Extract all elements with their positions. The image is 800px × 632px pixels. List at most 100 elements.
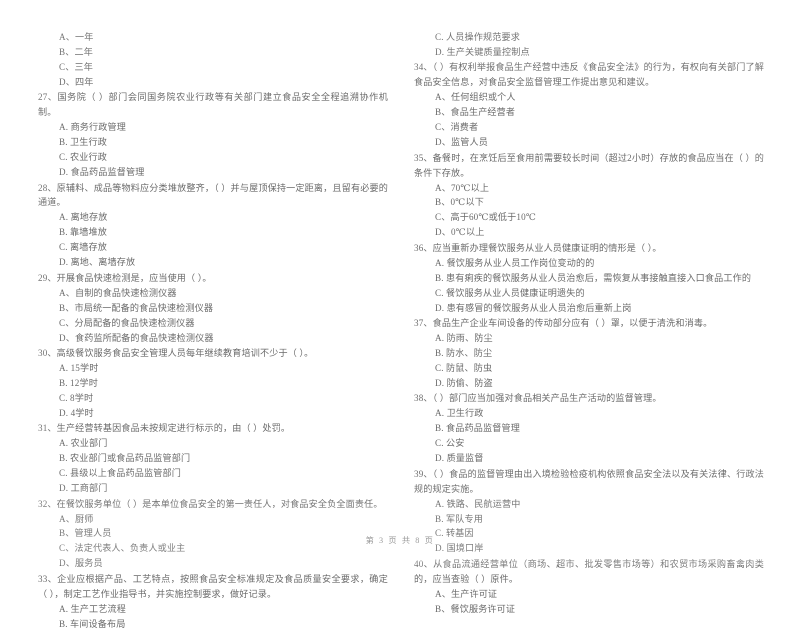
option-item: A. 15学时 [59,362,99,373]
question-block: 28、原辅料、成品等物料应分类堆放整齐，（ ）并与屋顶保持一定距离，且留有必要的… [38,181,388,271]
option-item: C. 防鼠、防虫 [435,362,493,373]
option-item: C. 离墙存放 [59,242,108,253]
option-list: A、一年 B、二年 C、三年 D、四年 [38,30,388,90]
option-list: A. 离地存放 B. 靠墙堆放 C. 离墙存放 D. 离地、离墙存放 [38,210,388,270]
option-item: A、生产许可证 [435,588,498,599]
option-item: A、自制的食品快速检测仪器 [59,287,177,298]
option-item: A. 农业部门 [59,438,108,449]
option-item: D. 防偷、防盗 [435,377,493,388]
option-item: D、0℃以上 [435,227,485,238]
option-item: B. 靠墙堆放 [59,227,108,238]
option-list: A. 生产工艺流程 B. 车间设备布局 [38,602,388,632]
question-stem: 28、原辅料、成品等物料应分类堆放整齐，（ ）并与屋顶保持一定距离，且留有必要的… [38,182,388,208]
question-block: 27、国务院（ ）部门会同国务院农业行政等有关部门建立食品安全全程追溯协作机制。… [38,90,388,180]
option-item: C. 县级以上食品药品监管部门 [59,468,181,479]
option-item: B、二年 [59,46,93,57]
option-item: D. 4学时 [59,407,94,418]
option-item: D. 患有感冒的餐饮服务从业人员治愈后重新上岗 [435,302,632,313]
option-list: A. 15学时 B. 12学时 C. 8学时 D. 4学时 [38,361,388,421]
option-item: B、餐饮服务许可证 [435,603,516,614]
question-block: 38、（ ）部门应当加强对食品相关产品生产活动的监督管理。 A. 卫生行政 B.… [414,391,764,466]
option-item: D、食药监所配备的食品快速检测仪器 [59,332,214,343]
page-columns: A、一年 B、二年 C、三年 D、四年 27、国务院（ ）部门会同国务院农业行政… [38,30,764,629]
option-list: A. 商务行政管理 B. 卫生行政 C. 农业行政 D. 食品药品监督管理 [38,120,388,180]
question-stem: 33、企业应根据产品、工艺特点，按照食品安全标准规定及食品质量安全要求，确定（ … [38,573,388,599]
question-block: 36、应当重新办理餐饮服务从业人员健康证明的情形是（ ）。 A. 餐饮服务从业人… [414,241,764,316]
option-list: A、任何组织或个人 B、食品生产经营者 C、消费者 D、监管人员 [414,90,764,150]
question-stem: 32、在餐饮服务单位（ ）是本单位食品安全的第一责任人，对食品安全负全面责任。 [38,498,383,509]
option-list: A. 卫生行政 B. 食品药品监督管理 C. 公安 D. 质量监督 [414,406,764,466]
option-item: B、食品生产经营者 [435,107,516,118]
option-item: B. 军队专用 [435,513,484,524]
exam-page: A、一年 B、二年 C、三年 D、四年 27、国务院（ ）部门会同国务院农业行政… [0,0,800,629]
question-stem: 30、高级餐饮服务食品安全管理人员每年继续教育培训不少于（ ）。 [38,348,314,359]
option-item: A. 商务行政管理 [59,122,127,133]
option-item: C. 餐饮服务从业人员健康证明遗失的 [435,287,585,298]
question-block: 33、企业应根据产品、工艺特点，按照食品安全标准规定及食品质量安全要求，确定（ … [38,572,388,632]
question-block: 29、开展食品快速检测是，应当使用（ ）。 A、自制的食品快速检测仪器 B、市局… [38,271,388,346]
option-item: A、厨师 [59,513,94,524]
page-number-label: 第 3 页 共 8 页 [365,536,435,545]
question-stem: 37、食品生产企业车间设备的传动部分应有（ ）罩，以便于清洗和消毒。 [414,318,713,329]
option-item: D、服务员 [59,558,103,569]
option-item: B. 12学时 [59,377,98,388]
question-block: C. 人员操作规范要求 D. 生产关键质量控制点 [414,30,764,60]
option-item: D. 离地、离墙存放 [59,257,136,268]
option-item: C. 人员操作规范要求 [435,32,521,42]
option-item: D. 生产关键质量控制点 [435,46,530,57]
question-stem: 35、备餐时，在烹饪后至食用前需要较长时间（超过2小时）存放的食品应当在（ ）的… [414,152,764,178]
option-item: A. 离地存放 [59,212,108,223]
question-block: 37、食品生产企业车间设备的传动部分应有（ ）罩，以便于清洗和消毒。 A. 防雨… [414,316,764,391]
option-item: A. 餐饮服务从业人员工作岗位变动的的 [435,257,595,268]
option-list: A. 餐饮服务从业人员工作岗位变动的的 B. 患有痢疾的餐饮服务从业人员治愈后，… [414,256,764,316]
question-stem: 34、（ ）有权利举报食品生产经营中违反《食品安全法》的行为，有权向有关部门了解… [414,62,764,88]
option-item: B. 农业部门或食品药品监管部门 [59,453,191,464]
option-item: D. 食品药品监督管理 [59,167,145,178]
option-item: A. 防雨、防尘 [435,333,493,344]
option-item: B. 车间设备布局 [59,618,126,629]
option-item: A、一年 [59,32,94,42]
option-item: D. 质量监督 [435,453,484,464]
option-item: B. 患有痢疾的餐饮服务从业人员治愈后，需恢复从事接触直接入口食品工作的 [435,272,752,283]
option-item: A、70℃以上 [435,182,490,193]
option-item: C. 农业行政 [59,152,108,163]
option-list: A. 农业部门 B. 农业部门或食品药品监管部门 C. 县级以上食品药品监管部门… [38,436,388,496]
option-item: D、四年 [59,76,94,87]
option-item: C、消费者 [435,122,479,133]
question-stem: 36、应当重新办理餐饮服务从业人员健康证明的情形是（ ）。 [414,242,662,253]
option-list: A、70℃以上 B、0℃以下 C、高于60℃或低于10℃ D、0℃以上 [414,181,764,241]
option-item: D、监管人员 [435,137,488,148]
option-item: B、市局统一配备的食品快速检测仪器 [59,302,214,313]
question-block: 35、备餐时，在烹饪后至食用前需要较长时间（超过2小时）存放的食品应当在（ ）的… [414,151,764,241]
question-block: 40、从食品流通经营单位（商场、超市、批发零售市场等）和农贸市场采购畜禽肉类的，… [414,557,764,617]
question-stem: 31、生产经营转基因食品未按规定进行标示的，由（ ）处罚。 [38,423,291,434]
option-list: C. 人员操作规范要求 D. 生产关键质量控制点 [414,30,764,60]
option-item: A. 生产工艺流程 [59,603,127,614]
page-footer: 第 3 页 共 8 页 [0,530,800,548]
question-stem: 38、（ ）部门应当加强对食品相关产品生产活动的监督管理。 [414,393,662,404]
option-item: B、0℃以下 [435,197,484,208]
question-block: A、一年 B、二年 C、三年 D、四年 [38,30,388,90]
option-item: C. 8学时 [59,392,94,403]
option-list: A、自制的食品快速检测仪器 B、市局统一配备的食品快速检测仪器 C、分局配备的食… [38,286,388,346]
question-block: 30、高级餐饮服务食品安全管理人员每年继续教育培训不少于（ ）。 A. 15学时… [38,346,388,421]
option-list: A、生产许可证 B、餐饮服务许可证 [414,587,764,617]
option-item: A、任何组织或个人 [435,92,516,103]
option-item: C、高于60℃或低于10℃ [435,212,537,223]
question-stem: 27、国务院（ ）部门会同国务院农业行政等有关部门建立食品安全全程追溯协作机制。 [38,92,388,118]
option-item: C. 公安 [435,438,465,449]
option-item: A. 铁路、民航运营中 [435,498,521,509]
question-stem: 29、开展食品快速检测是，应当使用（ ）。 [38,272,212,283]
option-item: B. 食品药品监督管理 [435,423,521,434]
question-block: 31、生产经营转基因食品未按规定进行标示的，由（ ）处罚。 A. 农业部门 B.… [38,421,388,496]
option-item: C、分局配备的食品快速检测仪器 [59,317,195,328]
option-item: B. 防水、防尘 [435,348,493,359]
option-item: A. 卫生行政 [435,408,484,419]
question-stem: 40、从食品流通经营单位（商场、超市、批发零售市场等）和农贸市场采购畜禽肉类的，… [414,558,764,584]
question-stem: 39、（ ）食品的监督管理由出入境检验检疫机构依照食品安全法以及有关法律、行政法… [414,468,764,494]
option-list: A. 防雨、防尘 B. 防水、防尘 C. 防鼠、防虫 D. 防偷、防盗 [414,331,764,391]
option-item: D. 工商部门 [59,483,108,494]
option-item: B. 卫生行政 [59,137,108,148]
question-block: 34、（ ）有权利举报食品生产经营中违反《食品安全法》的行为，有权向有关部门了解… [414,60,764,150]
option-item: C、三年 [59,61,93,72]
